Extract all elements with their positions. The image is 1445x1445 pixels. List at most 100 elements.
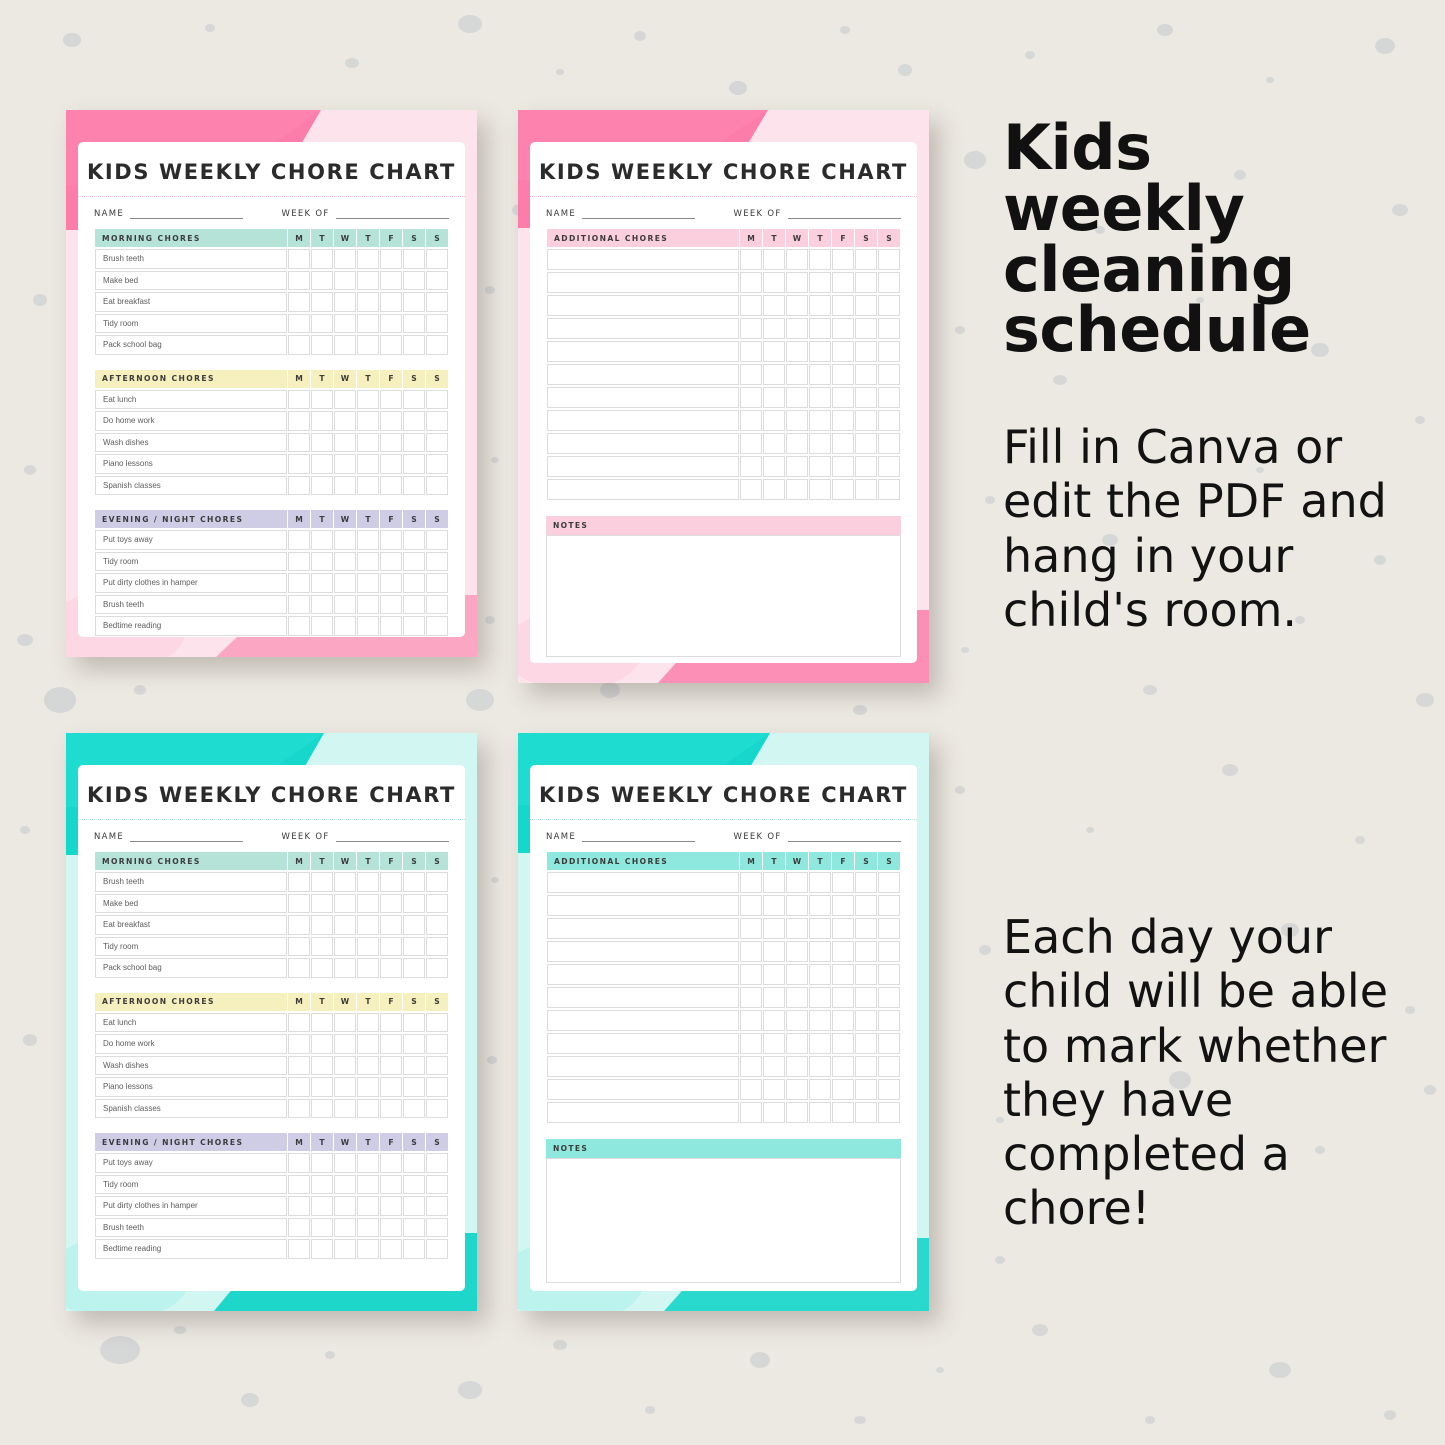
chore-checkbox-cell[interactable] [763,964,785,985]
chore-checkbox-cell[interactable] [740,1079,762,1100]
chore-checkbox-cell[interactable] [288,292,310,312]
chore-checkbox-cell[interactable] [832,433,854,454]
chore-checkbox-cell[interactable] [832,872,854,893]
chore-checkbox-cell[interactable] [357,432,379,452]
chore-checkbox-cell[interactable] [403,1012,425,1032]
chore-write-in-field[interactable] [547,987,739,1008]
chore-checkbox-cell[interactable] [855,456,877,477]
chore-checkbox-cell[interactable] [878,987,900,1008]
chore-checkbox-cell[interactable] [763,872,785,893]
chore-checkbox-cell[interactable] [380,432,402,452]
chore-checkbox-cell[interactable] [357,958,379,978]
chore-checkbox-cell[interactable] [380,1034,402,1054]
chore-checkbox-cell[interactable] [334,292,356,312]
chore-checkbox-cell[interactable] [763,479,785,500]
chore-checkbox-cell[interactable] [357,1077,379,1097]
chore-checkbox-cell[interactable] [786,1056,808,1077]
chore-checkbox-cell[interactable] [809,1079,831,1100]
chore-checkbox-cell[interactable] [878,941,900,962]
chore-checkbox-cell[interactable] [832,1056,854,1077]
chore-checkbox-cell[interactable] [832,341,854,362]
chore-checkbox-cell[interactable] [878,1079,900,1100]
chore-checkbox-cell[interactable] [855,433,877,454]
chore-checkbox-cell[interactable] [334,594,356,614]
chore-checkbox-cell[interactable] [855,364,877,385]
chore-checkbox-cell[interactable] [878,318,900,339]
chore-checkbox-cell[interactable] [334,389,356,409]
chore-write-in-field[interactable] [547,964,739,985]
chore-checkbox-cell[interactable] [357,1034,379,1054]
chore-checkbox-cell[interactable] [403,573,425,593]
chore-checkbox-cell[interactable] [357,594,379,614]
chore-checkbox-cell[interactable] [380,530,402,550]
chore-checkbox-cell[interactable] [288,936,310,956]
chore-checkbox-cell[interactable] [288,1055,310,1075]
chore-write-in-field[interactable] [547,295,739,316]
chore-checkbox-cell[interactable] [809,295,831,316]
chore-checkbox-cell[interactable] [288,1217,310,1237]
chore-checkbox-cell[interactable] [786,895,808,916]
chore-checkbox-cell[interactable] [786,987,808,1008]
chore-checkbox-cell[interactable] [380,1012,402,1032]
chore-write-in-field[interactable] [547,1056,739,1077]
chore-chart-card-pink-daily[interactable]: KIDS WEEKLY CHORE CHART NAME WEEK OF MOR… [66,110,477,657]
chore-checkbox-cell[interactable] [426,915,448,935]
chore-checkbox-cell[interactable] [878,872,900,893]
week-input-line[interactable] [335,841,449,842]
chore-checkbox-cell[interactable] [403,1196,425,1216]
chore-checkbox-cell[interactable] [357,1196,379,1216]
chore-checkbox-cell[interactable] [832,272,854,293]
chore-checkbox-cell[interactable] [878,918,900,939]
chore-checkbox-cell[interactable] [311,292,333,312]
chore-write-in-field[interactable] [547,249,739,270]
chore-write-in-field[interactable] [547,1079,739,1100]
chore-checkbox-cell[interactable] [855,941,877,962]
chore-checkbox-cell[interactable] [855,964,877,985]
chore-checkbox-cell[interactable] [809,364,831,385]
chore-checkbox-cell[interactable] [832,387,854,408]
chore-checkbox-cell[interactable] [380,249,402,269]
chore-checkbox-cell[interactable] [786,1102,808,1123]
chore-checkbox-cell[interactable] [763,987,785,1008]
chore-checkbox-cell[interactable] [878,1010,900,1031]
chore-checkbox-cell[interactable] [403,936,425,956]
chore-checkbox-cell[interactable] [855,318,877,339]
chore-checkbox-cell[interactable] [357,872,379,892]
chore-write-in-field[interactable] [547,918,739,939]
chore-checkbox-cell[interactable] [311,1012,333,1032]
chore-checkbox-cell[interactable] [380,915,402,935]
chore-checkbox-cell[interactable] [426,1239,448,1259]
chore-checkbox-cell[interactable] [740,964,762,985]
chore-write-in-field[interactable] [547,433,739,454]
chore-checkbox-cell[interactable] [334,249,356,269]
chore-checkbox-cell[interactable] [403,1174,425,1194]
chore-checkbox-cell[interactable] [311,1034,333,1054]
chore-write-in-field[interactable] [547,272,739,293]
chore-checkbox-cell[interactable] [809,918,831,939]
chore-checkbox-cell[interactable] [311,551,333,571]
chore-checkbox-cell[interactable] [403,292,425,312]
chore-checkbox-cell[interactable] [357,1217,379,1237]
chore-checkbox-cell[interactable] [855,479,877,500]
chore-checkbox-cell[interactable] [740,433,762,454]
chore-checkbox-cell[interactable] [311,872,333,892]
chore-checkbox-cell[interactable] [334,1239,356,1259]
chore-checkbox-cell[interactable] [832,1079,854,1100]
chore-checkbox-cell[interactable] [311,1174,333,1194]
chore-checkbox-cell[interactable] [878,249,900,270]
chore-checkbox-cell[interactable] [809,410,831,431]
chore-checkbox-cell[interactable] [403,454,425,474]
chore-checkbox-cell[interactable] [763,1056,785,1077]
chore-checkbox-cell[interactable] [380,1153,402,1173]
chore-checkbox-cell[interactable] [334,454,356,474]
chore-checkbox-cell[interactable] [832,895,854,916]
chore-checkbox-cell[interactable] [311,270,333,290]
chore-write-in-field[interactable] [547,1102,739,1123]
chore-checkbox-cell[interactable] [357,389,379,409]
chore-checkbox-cell[interactable] [832,1102,854,1123]
chore-checkbox-cell[interactable] [357,249,379,269]
chore-checkbox-cell[interactable] [334,893,356,913]
chore-checkbox-cell[interactable] [380,1196,402,1216]
chore-checkbox-cell[interactable] [878,295,900,316]
chore-checkbox-cell[interactable] [311,1196,333,1216]
